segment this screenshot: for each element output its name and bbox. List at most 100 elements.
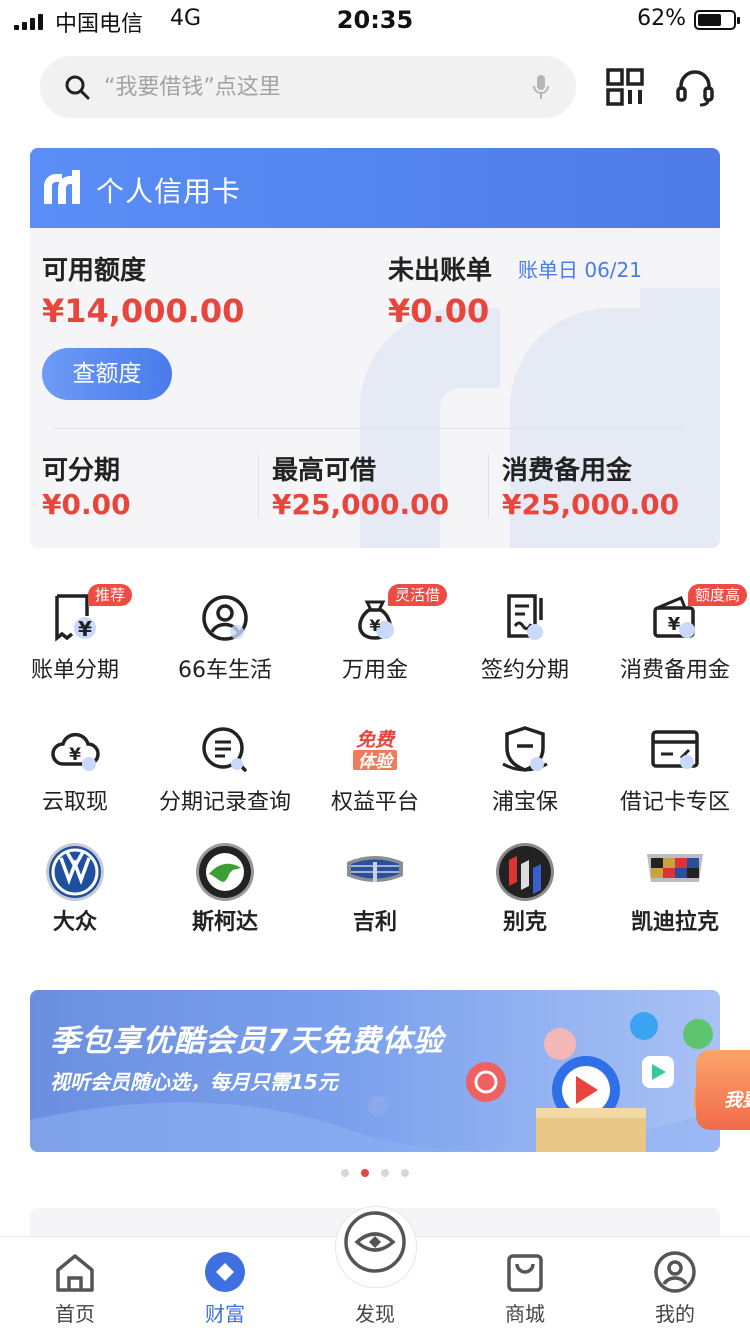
svg-text:¥: ¥ [69, 745, 81, 765]
available-credit-label: 可用额度 [42, 256, 147, 286]
service-label: 分期记录查询 [158, 790, 291, 815]
carousel-dot[interactable] [341, 1169, 349, 1177]
brand-geely[interactable]: 吉利 [300, 844, 450, 954]
tab-mall[interactable]: 商城 [450, 1236, 600, 1334]
user-circle-icon [202, 595, 248, 641]
service-consumer-reserve[interactable]: ¥ 额度高 消费备用金 [600, 584, 750, 702]
service-66-car-life[interactable]: 66车生活 [150, 592, 300, 702]
service-debit-card-zone[interactable]: 借记卡专区 [600, 724, 750, 834]
qr-scan-icon[interactable] [604, 66, 646, 108]
search-icon [65, 75, 90, 100]
service-wanyongjin[interactable]: ¥ 灵活借 万用金 [300, 584, 450, 702]
svg-text:¥: ¥ [78, 617, 92, 641]
record-search-icon [202, 727, 247, 772]
tab-wealth[interactable]: 财富 [150, 1236, 300, 1334]
bank-logo-icon [44, 170, 80, 204]
divider [488, 454, 489, 518]
stat-amount: ¥25,000.00 [272, 488, 450, 521]
brand-cadillac[interactable]: 凯迪拉克 [600, 844, 750, 954]
badge: 额度高 [688, 584, 748, 606]
banner-subtitle: 视听会员随心选，每月只需15元 [50, 1070, 338, 1094]
reserve-fund-stat[interactable]: 消费备用金 ¥25,000.00 [502, 448, 712, 528]
check-credit-button[interactable]: 查额度 [42, 348, 172, 400]
service-label: 浦宝保 [491, 790, 558, 815]
service-pubaobao[interactable]: 浦宝保 [450, 724, 600, 834]
max-borrow-stat[interactable]: 最高可借 ¥25,000.00 [272, 448, 482, 528]
service-signed-installment[interactable]: 签约分期 [450, 592, 600, 702]
carousel-dot-active[interactable] [361, 1169, 369, 1177]
skoda-logo-icon [196, 843, 254, 901]
bill-date: 账单日 06/21 [518, 258, 642, 282]
free-text: 免费 [356, 729, 396, 751]
svg-text:¥: ¥ [668, 614, 681, 635]
trial-text: 体验 [358, 752, 395, 772]
wealth-diamond-icon [205, 1252, 245, 1292]
svg-text:¥: ¥ [369, 616, 380, 635]
installment-stat[interactable]: 可分期 ¥0.00 [42, 448, 252, 528]
tab-label: 发现 [355, 1302, 395, 1326]
carousel-dot[interactable] [381, 1169, 389, 1177]
service-label: 签约分期 [480, 658, 569, 683]
brand-buick[interactable]: 别克 [450, 843, 600, 954]
service-bill-installment[interactable]: ¥ 推荐 账单分期 [0, 584, 150, 702]
carousel-dots[interactable] [0, 1162, 750, 1181]
service-label: 账单分期 [30, 658, 119, 683]
brand-label: 别克 [502, 910, 547, 935]
profile-icon [654, 1251, 696, 1293]
banner-title: 季包享优酷会员7天免费体验 [50, 1024, 444, 1059]
unbilled-label: 未出账单 [388, 256, 493, 286]
customer-service-icon[interactable] [674, 66, 716, 108]
battery-percent: 62% [637, 6, 686, 31]
tab-discover[interactable]: 发现 [300, 1211, 450, 1334]
search-bar[interactable] [40, 56, 576, 118]
sign-document-icon [507, 594, 543, 640]
stat-label: 可分期 [42, 456, 121, 486]
unbilled-amount: ¥0.00 [388, 292, 490, 330]
next-banner-peek[interactable]: 我要 [696, 1050, 750, 1130]
tab-label: 商城 [505, 1302, 545, 1326]
brand-label: 斯柯达 [191, 910, 258, 935]
discover-eye-icon [344, 1211, 406, 1273]
cadillac-logo-icon [647, 854, 703, 882]
microphone-icon[interactable] [532, 74, 550, 100]
tab-home[interactable]: 首页 [0, 1236, 150, 1334]
card-title: 个人信用卡 [96, 175, 242, 208]
service-label: 万用金 [341, 658, 408, 683]
brand-label: 吉利 [352, 910, 397, 935]
brand-volkswagen[interactable]: 大众 [0, 843, 150, 954]
brand-label: 大众 [52, 910, 97, 935]
badge: 灵活借 [388, 584, 448, 606]
service-installment-records[interactable]: 分期记录查询 [150, 724, 300, 834]
stat-amount: ¥0.00 [42, 488, 131, 521]
shield-icon [502, 726, 548, 772]
service-label: 权益平台 [330, 790, 419, 815]
free-trial-icon: 免费 体验 [353, 729, 397, 772]
geely-logo-icon [347, 856, 403, 882]
next-banner-text: 我要 [724, 1090, 750, 1111]
volkswagen-logo-icon [46, 843, 104, 901]
service-benefits-platform[interactable]: 免费 体验 权益平台 [300, 724, 450, 834]
card-header[interactable]: 个人信用卡 [30, 148, 720, 228]
stat-label: 消费备用金 [502, 456, 633, 486]
tab-label: 首页 [55, 1302, 95, 1326]
tab-profile[interactable]: 我的 [600, 1236, 750, 1334]
brand-skoda[interactable]: 斯柯达 [150, 843, 300, 954]
service-label: 66车生活 [178, 658, 272, 683]
divider [258, 454, 259, 518]
battery-icon [694, 10, 740, 30]
search-input[interactable] [104, 70, 504, 104]
buick-logo-icon [496, 843, 554, 901]
service-label: 消费备用金 [619, 658, 730, 683]
stat-amount: ¥25,000.00 [502, 488, 680, 521]
badge: 推荐 [88, 584, 133, 606]
service-cloud-cash[interactable]: ¥ 云取现 [0, 724, 150, 834]
promo-banner[interactable]: 季包享优酷会员7天免费体验 视听会员随心选，每月只需15元 [30, 990, 720, 1152]
brand-label: 凯迪拉克 [630, 910, 719, 935]
home-icon [56, 1254, 94, 1292]
shopping-bag-icon [507, 1254, 543, 1292]
service-label: 云取现 [41, 790, 108, 815]
carousel-dot[interactable] [401, 1169, 409, 1177]
service-label: 借记卡专区 [619, 790, 730, 815]
divider [54, 428, 684, 429]
credit-card-panel[interactable]: 个人信用卡 可用额度 ¥14,000.00 未出账单 账单日 06/21 ¥0.… [30, 148, 720, 548]
